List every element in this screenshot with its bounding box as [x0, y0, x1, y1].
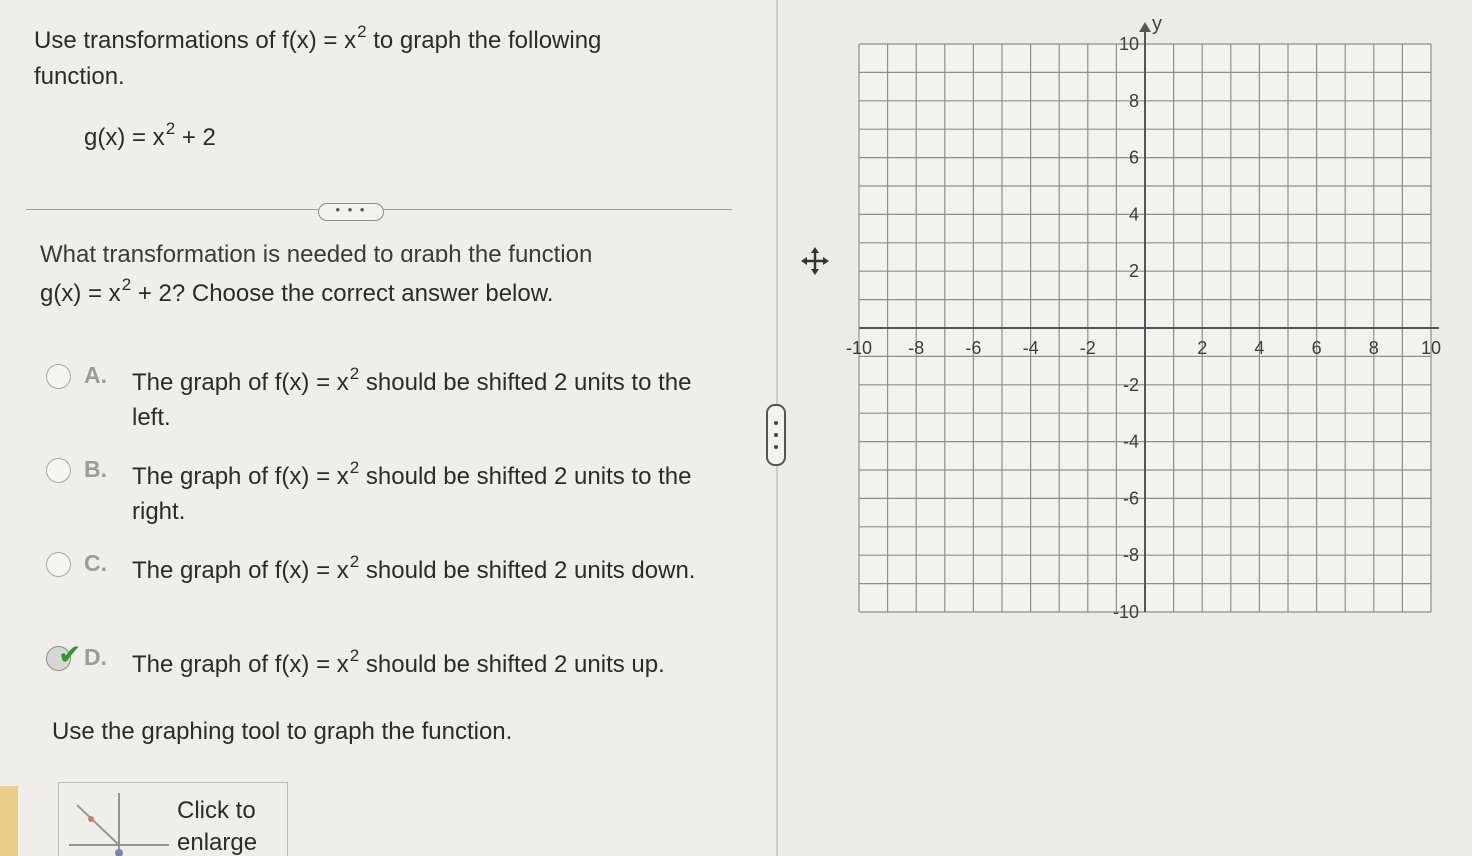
- move-icon[interactable]: [800, 246, 830, 276]
- prompt-exponent: 2: [121, 275, 132, 294]
- option-b-letter: B.: [84, 456, 107, 482]
- option-c[interactable]: C. The graph of f(x) = x2 should be shif…: [46, 550, 726, 620]
- y-tick-label: -6: [1123, 488, 1139, 508]
- y-tick-label: 4: [1129, 204, 1139, 224]
- option-b-prefix: The graph of f(x) = x: [132, 463, 349, 490]
- option-d[interactable]: ✔ D. The graph of f(x) = x2 should be sh…: [46, 639, 726, 684]
- x-tick-label: -10: [846, 338, 872, 358]
- y-tick-label: -2: [1123, 375, 1139, 395]
- function-prefix: g(x) = x: [84, 124, 165, 151]
- enlarge-label-line2: enlarge: [177, 829, 258, 856]
- option-a-exponent: 2: [349, 364, 360, 383]
- question-pane: Use transformations of f(x) = x2 to grap…: [0, 0, 776, 856]
- handle-dot: [774, 421, 778, 425]
- x-tick-label: 10: [1421, 338, 1441, 358]
- function-suffix: + 2: [175, 124, 216, 151]
- question-exponent: 2: [357, 22, 367, 41]
- y-tick-label: 2: [1129, 261, 1139, 281]
- question-text: Use transformations of f(x) = x2 to grap…: [34, 22, 694, 94]
- handle-dot: [774, 433, 778, 437]
- option-d-letter: D.: [84, 644, 107, 670]
- option-a-radio[interactable]: [46, 364, 71, 389]
- graph-thumbnail-icon: [69, 793, 169, 856]
- correct-check-icon: ✔: [58, 639, 82, 670]
- option-a-letter: A.: [84, 362, 107, 388]
- function-expression: g(x) = x2 + 2: [84, 119, 216, 152]
- y-axis-label: y: [1152, 13, 1162, 35]
- scrolled-question-line: What transformation is needed to graph t…: [40, 240, 640, 262]
- option-c-letter: C.: [84, 550, 107, 576]
- enlarge-label: Click to enlarge: [177, 795, 257, 856]
- option-b-exponent: 2: [349, 458, 360, 477]
- option-a-text: The graph of f(x) = x2 should be shifted…: [132, 364, 722, 434]
- x-tick-label: -8: [908, 338, 924, 358]
- scrolled-question-text: What transformation is needed to graph t…: [40, 241, 593, 262]
- y-tick-label: -4: [1123, 432, 1139, 452]
- y-tick-label: 10: [1119, 34, 1139, 54]
- option-d-prefix: The graph of f(x) = x: [132, 651, 349, 678]
- option-c-exponent: 2: [349, 552, 360, 571]
- x-tick-label: 2: [1197, 338, 1207, 358]
- option-b[interactable]: B. The graph of f(x) = x2 should be shif…: [46, 456, 726, 526]
- option-c-suffix: should be shifted 2 units down.: [359, 557, 696, 584]
- x-tick-label: 8: [1369, 338, 1379, 358]
- x-tick-label: 6: [1312, 338, 1322, 358]
- x-tick-label: -6: [965, 338, 981, 358]
- y-tick-label: -8: [1123, 545, 1139, 565]
- option-b-text: The graph of f(x) = x2 should be shifted…: [132, 458, 722, 528]
- option-c-text: The graph of f(x) = x2 should be shifted…: [132, 552, 722, 589]
- y-tick-label: -10: [1113, 602, 1139, 622]
- expand-more-button[interactable]: • • •: [318, 203, 384, 221]
- option-d-text: The graph of f(x) = x2 should be shifted…: [132, 646, 722, 683]
- y-axis-arrow-icon: [1139, 22, 1151, 32]
- y-tick-label: 8: [1129, 91, 1139, 111]
- x-tick-label: -4: [1023, 338, 1039, 358]
- x-tick-label: -2: [1080, 338, 1096, 358]
- side-accent: [0, 786, 18, 856]
- function-exponent: 2: [165, 119, 176, 138]
- handle-dot: [774, 445, 778, 449]
- sub-question-prompt: g(x) = x2 + 2? Choose the correct answer…: [40, 275, 554, 308]
- option-b-radio[interactable]: [46, 458, 71, 483]
- option-c-prefix: The graph of f(x) = x: [132, 557, 349, 584]
- option-a[interactable]: A. The graph of f(x) = x2 should be shif…: [46, 362, 726, 432]
- y-tick-label: 6: [1129, 148, 1139, 168]
- question-prefix: Use transformations of f(x) = x: [34, 27, 357, 54]
- x-tick-label: 4: [1254, 338, 1264, 358]
- prompt-prefix: g(x) = x: [40, 280, 121, 307]
- coordinate-grid[interactable]: -10 -8 -6 -4 -2 2 4 6 8 10 10 8 6 4 2 -2 -4 -6 -8 -10 y: [840, 10, 1450, 625]
- app-window: Use transformations of f(x) = x2 to grap…: [0, 0, 1472, 856]
- option-c-radio[interactable]: [46, 552, 71, 577]
- option-a-prefix: The graph of f(x) = x: [132, 369, 349, 396]
- option-d-exponent: 2: [349, 646, 360, 665]
- pane-resize-handle[interactable]: [766, 404, 786, 466]
- click-to-enlarge-button[interactable]: Click to enlarge: [58, 782, 288, 856]
- enlarge-label-line1: Click to: [177, 797, 256, 824]
- graph-instruction: Use the graphing tool to graph the funct…: [52, 718, 513, 745]
- option-d-suffix: should be shifted 2 units up.: [359, 651, 665, 678]
- prompt-suffix: + 2? Choose the correct answer below.: [131, 280, 554, 307]
